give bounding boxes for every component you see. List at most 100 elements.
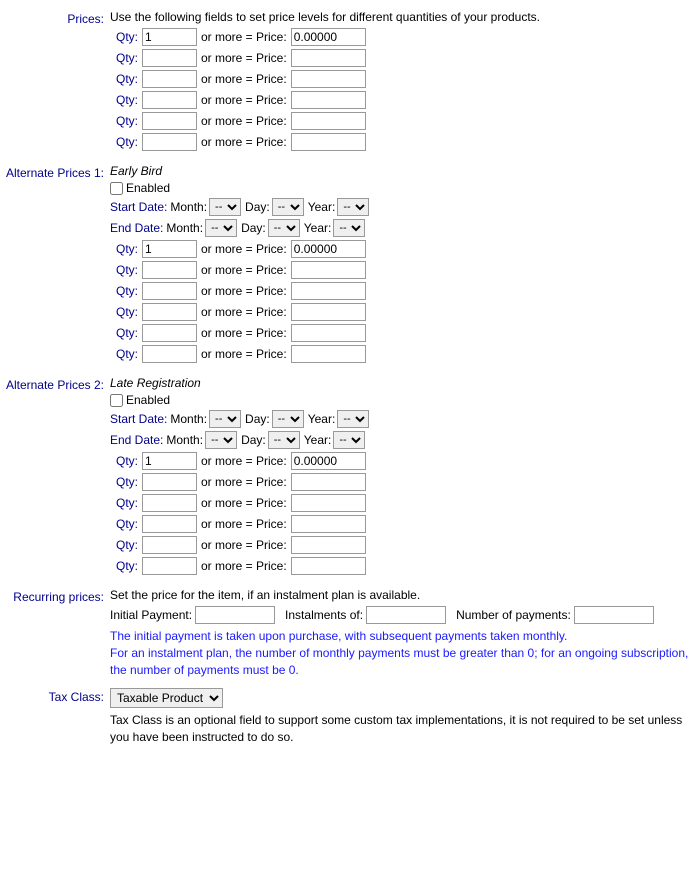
prices-content: Use the following fields to set price le…	[110, 10, 700, 154]
or-more-5: or more = Price:	[201, 135, 287, 149]
alt-prices-2-start-date-row: Start Date: Month: -- Day: -- Year: --	[110, 410, 700, 428]
alt2-price-input-5[interactable]	[291, 557, 366, 575]
alt-prices-1-end-month-label: Month:	[166, 221, 203, 235]
alt-prices-1-end-day-select[interactable]: --	[268, 219, 300, 237]
prices-qty-input-2[interactable]	[142, 70, 197, 88]
alt1-price-input-5[interactable]	[291, 345, 366, 363]
alt1-or-more-2: or more = Price:	[201, 284, 287, 298]
or-more-1: or more = Price:	[201, 51, 287, 65]
alt-prices-2-section: Alternate Prices 2: Late Registration En…	[0, 376, 700, 578]
alt-prices-2-end-year-label: Year:	[304, 433, 332, 447]
alt-prices-2-enabled-checkbox[interactable]	[110, 394, 123, 407]
alt1-or-more-3: or more = Price:	[201, 305, 287, 319]
alt2-prices-row-2: Qty: or more = Price:	[110, 494, 700, 512]
alt1-qty-label-3: Qty:	[110, 305, 138, 319]
prices-qty-input-3[interactable]	[142, 91, 197, 109]
alt-prices-1-enabled-row: Enabled	[110, 181, 700, 195]
tax-class-select[interactable]: Taxable Product None	[110, 688, 223, 708]
or-more-0: or more = Price:	[201, 30, 287, 44]
prices-qty-input-0[interactable]	[142, 28, 197, 46]
alt2-qty-input-5[interactable]	[142, 557, 197, 575]
alt2-qty-input-1[interactable]	[142, 473, 197, 491]
alt-prices-2-day-select[interactable]: --	[272, 410, 304, 428]
prices-price-input-4[interactable]	[291, 112, 366, 130]
initial-payment-input[interactable]	[195, 606, 275, 624]
prices-price-input-3[interactable]	[291, 91, 366, 109]
alt-prices-2-year-label: Year:	[308, 412, 336, 426]
alt-prices-1-year-select[interactable]: --	[337, 198, 369, 216]
alt1-prices-row-5: Qty: or more = Price:	[110, 345, 700, 363]
alt-prices-1-label: Alternate Prices 1:	[0, 164, 110, 366]
alt1-prices-row-3: Qty: or more = Price:	[110, 303, 700, 321]
alt-prices-2-end-day-select[interactable]: --	[268, 431, 300, 449]
recurring-inputs-row: Initial Payment: Instalments of: Number …	[110, 606, 700, 624]
alt1-qty-input-2[interactable]	[142, 282, 197, 300]
alt1-price-input-4[interactable]	[291, 324, 366, 342]
alt1-qty-label-5: Qty:	[110, 347, 138, 361]
alt-prices-2-end-year-select[interactable]: --	[333, 431, 365, 449]
prices-desc: Use the following fields to set price le…	[110, 10, 700, 24]
or-more-4: or more = Price:	[201, 114, 287, 128]
prices-row-2: Qty: or more = Price:	[110, 70, 700, 88]
alt-prices-2-enabled-row: Enabled	[110, 393, 700, 407]
alt-prices-2-label: Alternate Prices 2:	[0, 376, 110, 578]
prices-price-input-1[interactable]	[291, 49, 366, 67]
alt2-price-input-4[interactable]	[291, 536, 366, 554]
alt-prices-2-content: Late Registration Enabled Start Date: Mo…	[110, 376, 700, 578]
alt-prices-1-end-year-select[interactable]: --	[333, 219, 365, 237]
alt-prices-2-year-select[interactable]: --	[337, 410, 369, 428]
alt-prices-1-day-select[interactable]: --	[272, 198, 304, 216]
alt2-price-input-3[interactable]	[291, 515, 366, 533]
prices-qty-input-1[interactable]	[142, 49, 197, 67]
alt2-qty-input-3[interactable]	[142, 515, 197, 533]
alt2-or-more-4: or more = Price:	[201, 538, 287, 552]
alt2-qty-input-4[interactable]	[142, 536, 197, 554]
alt2-qty-input-0[interactable]	[142, 452, 197, 470]
alt2-price-input-2[interactable]	[291, 494, 366, 512]
prices-price-input-0[interactable]	[291, 28, 366, 46]
alt1-qty-input-5[interactable]	[142, 345, 197, 363]
alt2-or-more-2: or more = Price:	[201, 496, 287, 510]
alt-prices-2-month-select[interactable]: --	[209, 410, 241, 428]
alt-prices-1-start-date-row: Start Date: Month: -- Day: -- Year: --	[110, 198, 700, 216]
alt2-qty-input-2[interactable]	[142, 494, 197, 512]
recurring-note: The initial payment is taken upon purcha…	[110, 628, 700, 678]
prices-row-5: Qty: or more = Price:	[110, 133, 700, 151]
alt-prices-1-section: Alternate Prices 1: Early Bird Enabled S…	[0, 164, 700, 366]
alt1-prices-row-1: Qty: or more = Price:	[110, 261, 700, 279]
alt2-prices-row-4: Qty: or more = Price:	[110, 536, 700, 554]
alt1-prices-row-4: Qty: or more = Price:	[110, 324, 700, 342]
num-payments-label: Number of payments:	[456, 608, 571, 622]
alt1-or-more-4: or more = Price:	[201, 326, 287, 340]
alt2-qty-label-2: Qty:	[110, 496, 138, 510]
alt-prices-2-end-day-label: Day:	[241, 433, 266, 447]
alt1-qty-input-0[interactable]	[142, 240, 197, 258]
alt2-qty-label-5: Qty:	[110, 559, 138, 573]
alt1-price-input-1[interactable]	[291, 261, 366, 279]
alt1-price-input-2[interactable]	[291, 282, 366, 300]
num-payments-input[interactable]	[574, 606, 654, 624]
recurring-content: Set the price for the item, if an instal…	[110, 588, 700, 682]
alt1-qty-label-2: Qty:	[110, 284, 138, 298]
prices-qty-input-5[interactable]	[142, 133, 197, 151]
prices-row-4: Qty: or more = Price:	[110, 112, 700, 130]
alt1-qty-input-1[interactable]	[142, 261, 197, 279]
alt2-prices-row-5: Qty: or more = Price:	[110, 557, 700, 575]
recurring-desc: Set the price for the item, if an instal…	[110, 588, 700, 602]
alt1-qty-input-4[interactable]	[142, 324, 197, 342]
alt1-price-input-3[interactable]	[291, 303, 366, 321]
alt-prices-2-start-label: Start Date:	[110, 412, 167, 426]
alt-prices-1-enabled-checkbox[interactable]	[110, 182, 123, 195]
prices-price-input-2[interactable]	[291, 70, 366, 88]
instalments-input[interactable]	[366, 606, 446, 624]
prices-qty-input-4[interactable]	[142, 112, 197, 130]
alt2-price-input-1[interactable]	[291, 473, 366, 491]
alt-prices-2-end-month-label: Month:	[166, 433, 203, 447]
alt1-qty-input-3[interactable]	[142, 303, 197, 321]
alt-prices-1-month-select[interactable]: --	[209, 198, 241, 216]
alt-prices-2-end-month-select[interactable]: --	[205, 431, 237, 449]
alt1-price-input-0[interactable]	[291, 240, 366, 258]
prices-price-input-5[interactable]	[291, 133, 366, 151]
alt2-price-input-0[interactable]	[291, 452, 366, 470]
alt-prices-1-end-month-select[interactable]: --	[205, 219, 237, 237]
